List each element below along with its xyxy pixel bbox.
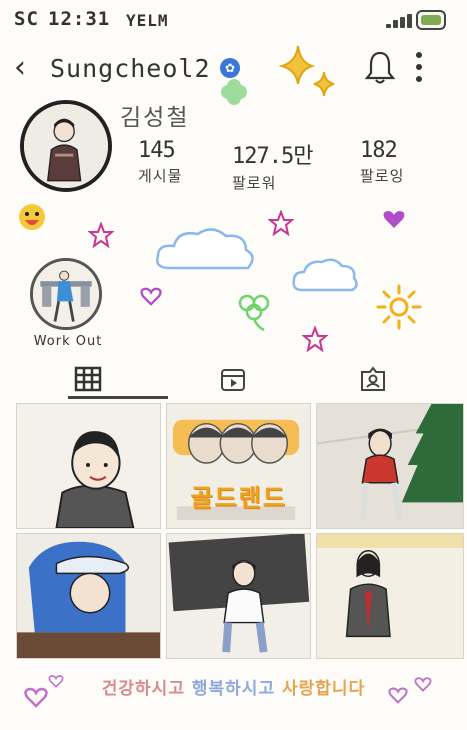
bell-icon[interactable]	[364, 50, 396, 86]
footer-text-part3: 사랑합니다	[282, 679, 366, 699]
profile-avatar[interactable]	[20, 100, 112, 192]
footer-message: 건강하시고 행복하시고 사랑합니다	[0, 674, 467, 699]
more-options-icon[interactable]	[414, 52, 424, 88]
story-highlight[interactable]: Work Out	[28, 258, 108, 349]
username: Sungcheol2	[50, 54, 211, 83]
post-thumbnail[interactable]	[16, 533, 161, 659]
reels-icon	[221, 369, 245, 391]
carrier-label: SC	[14, 8, 39, 30]
post-thumbnail[interactable]	[166, 533, 311, 659]
posts-label: 게시물	[138, 167, 183, 185]
chick-sticker-icon	[19, 204, 45, 230]
active-tab-indicator	[68, 396, 168, 399]
footer-text-part1: 건강하시고	[101, 679, 185, 699]
profile-page: SC 12:31 YELM ‹ Sungcheol2 ✿ 김성철 145 게시물…	[0, 0, 467, 730]
following-label: 팔로잉	[360, 167, 405, 185]
status-bar: SC 12:31 YELM	[14, 8, 454, 36]
heart-doodle-icon	[140, 287, 162, 306]
post-thumbnail[interactable]	[316, 403, 464, 529]
back-button[interactable]: ‹	[14, 50, 26, 85]
followers-count: 127.5만	[232, 144, 313, 169]
post-thumbnail[interactable]: 골드랜드	[166, 403, 311, 529]
star-doodle-icon	[88, 222, 114, 248]
following-count: 182	[360, 138, 398, 163]
tab-reels[interactable]	[164, 362, 304, 402]
verified-badge-icon: ✿	[220, 58, 240, 78]
post-thumbnail[interactable]	[316, 533, 464, 659]
clover-doodle-icon	[238, 294, 270, 332]
tab-grid[interactable]	[18, 362, 168, 402]
grid-icon	[74, 366, 102, 392]
stat-followers[interactable]: 127.5만 팔로워	[232, 138, 313, 193]
battery-icon	[416, 10, 446, 30]
tab-tagged[interactable]	[302, 362, 442, 402]
post-thumbnail[interactable]	[16, 403, 161, 529]
star-doodle-icon	[302, 326, 328, 352]
clover-sticker-icon	[221, 79, 247, 105]
post-caption: 골드랜드	[190, 484, 287, 512]
heart-doodle-icon	[383, 211, 405, 228]
status-time: 12:31	[48, 8, 111, 30]
posts-grid: 골드랜드	[16, 403, 464, 659]
followers-label: 팔로워	[232, 174, 277, 192]
highlight-cover[interactable]	[30, 258, 102, 330]
network-label: YELM	[126, 11, 169, 30]
tagged-icon	[361, 366, 385, 391]
stat-following[interactable]: 182 팔로잉	[360, 138, 404, 186]
cloud-doodle-icon	[292, 258, 358, 292]
highlight-label: Work Out	[33, 334, 103, 349]
stat-posts[interactable]: 145 게시물	[138, 138, 182, 186]
posts-count: 145	[138, 138, 176, 163]
sparkle-sticker-icon	[278, 45, 335, 97]
profile-display-name: 김성철	[120, 105, 190, 131]
sun-doodle-icon	[376, 284, 422, 330]
cloud-doodle-icon	[156, 228, 254, 270]
profile-tabs	[0, 362, 467, 402]
footer-text-part2: 행복하시고	[191, 679, 276, 699]
signal-icon	[386, 12, 416, 28]
star-doodle-icon	[268, 210, 294, 236]
